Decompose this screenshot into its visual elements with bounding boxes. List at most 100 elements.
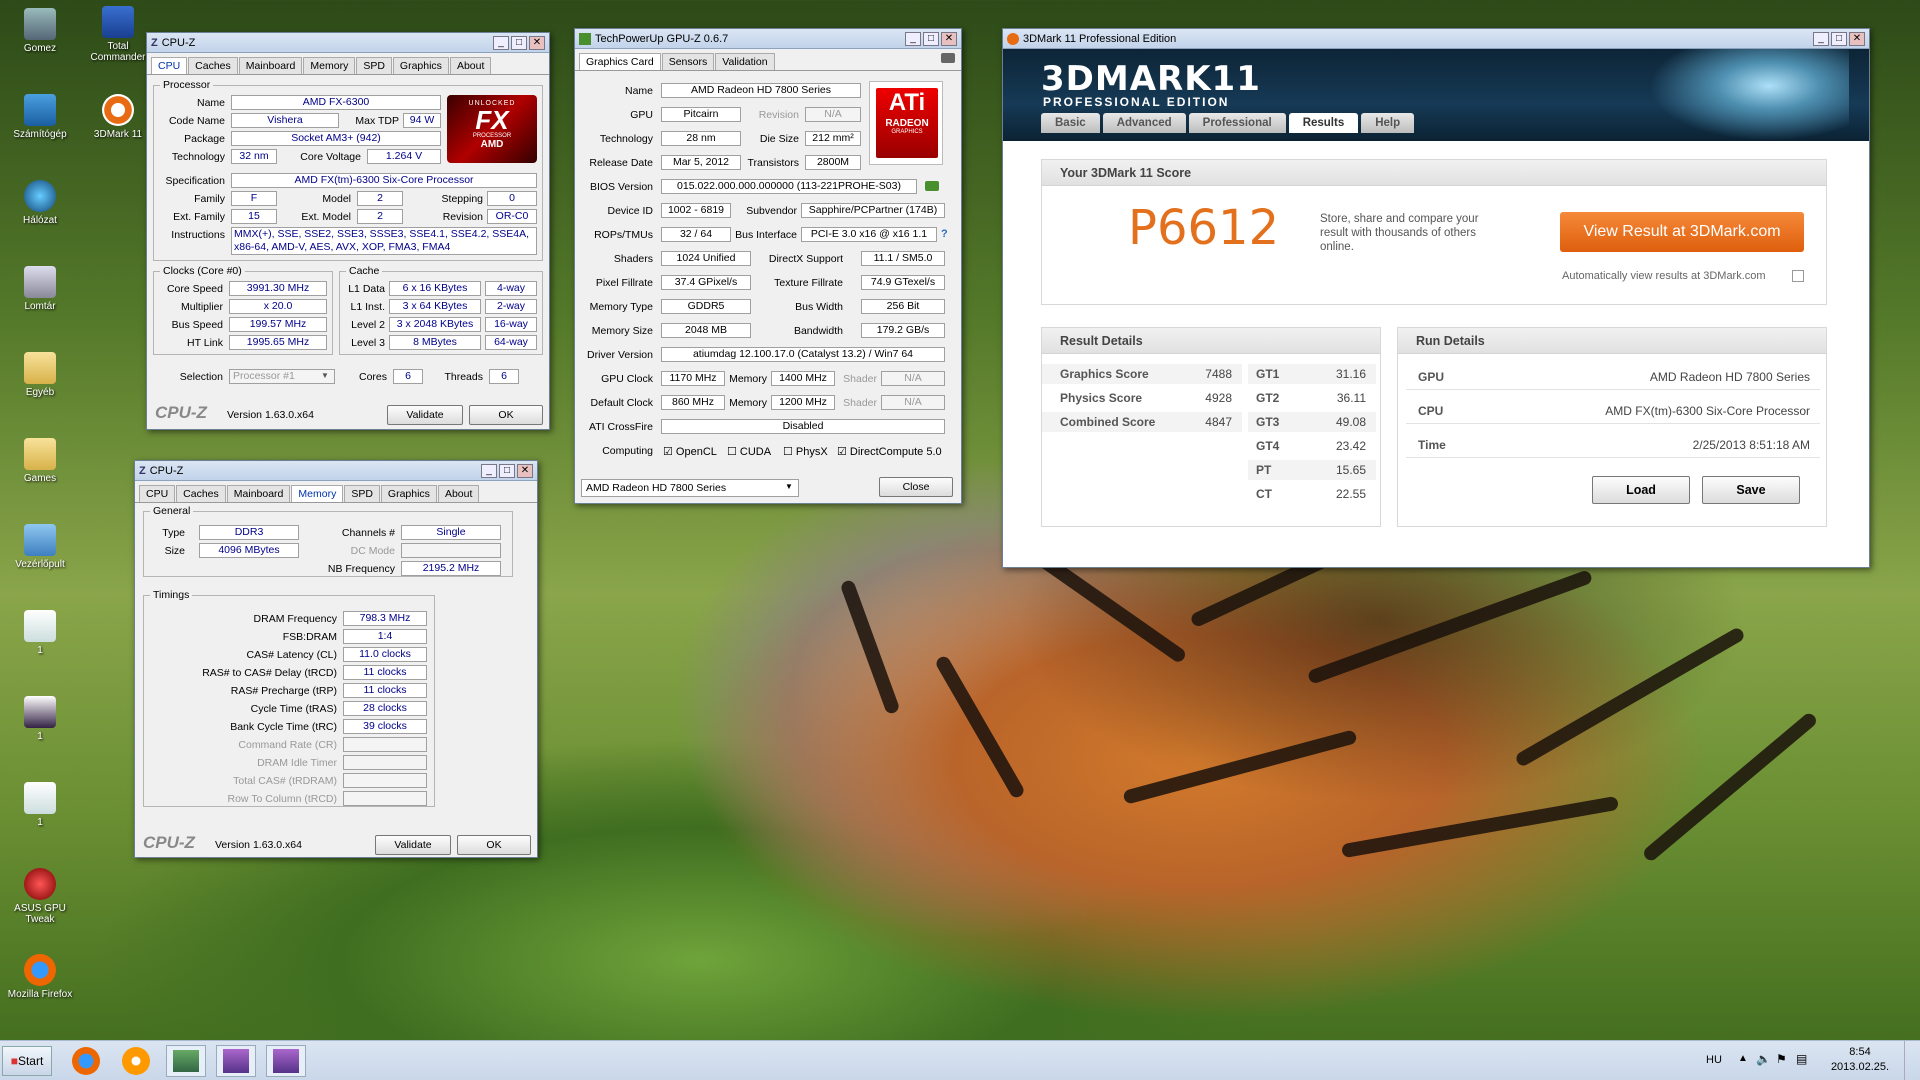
bios-save-icon[interactable]	[925, 181, 939, 191]
taskbar-gpuz[interactable]	[166, 1045, 206, 1077]
auto-view-checkbox[interactable]	[1792, 270, 1804, 282]
tab-results[interactable]: Results	[1288, 113, 1359, 133]
tab-graphics[interactable]: Graphics	[380, 485, 437, 502]
close-button[interactable]: ✕	[517, 463, 533, 478]
desktop-icon-computer[interactable]: Számítógép	[4, 94, 76, 140]
value-level2-way: 16-way	[485, 317, 537, 332]
title-bar[interactable]: TechPowerUp GPU-Z 0.6.7 _ □ ✕	[575, 29, 961, 49]
minimize-button[interactable]: _	[1813, 31, 1829, 46]
save-button[interactable]: Save	[1702, 476, 1800, 504]
tab-spd[interactable]: SPD	[356, 57, 392, 74]
close-button[interactable]: ✕	[1849, 31, 1865, 46]
graphics-card-select[interactable]: AMD Radeon HD 7800 Series	[581, 479, 799, 497]
tab-validation[interactable]: Validation	[715, 53, 775, 70]
tab-graphics[interactable]: Graphics	[392, 57, 449, 74]
opencl-checkbox[interactable]: ☑ OpenCL	[663, 445, 717, 458]
tab-help[interactable]: Help	[1361, 113, 1415, 133]
load-button[interactable]: Load	[1592, 476, 1690, 504]
tab-advanced[interactable]: Advanced	[1102, 113, 1186, 133]
volume-icon[interactable]: 🔈	[1756, 1052, 1771, 1066]
desktop-icon-file-2[interactable]: 1	[4, 696, 76, 742]
minimize-button[interactable]: _	[493, 35, 509, 50]
desktop-icon-file-3[interactable]: 1	[4, 782, 76, 828]
desktop-icon-file-1[interactable]: 1	[4, 610, 76, 656]
desktop-icon-gomez[interactable]: Gomez	[4, 8, 76, 54]
desktop-icon-control-panel[interactable]: Vezérlőpult	[4, 524, 76, 570]
desktop-icon-label: ASUS GPU Tweak	[14, 903, 66, 925]
ok-button[interactable]: OK	[469, 405, 543, 425]
desktop-icon-total-commander[interactable]: Total Commander	[82, 6, 154, 63]
tab-about[interactable]: About	[449, 57, 492, 74]
minimize-button[interactable]: _	[481, 463, 497, 478]
tab-about[interactable]: About	[437, 485, 480, 502]
tab-basic[interactable]: Basic	[1041, 113, 1100, 133]
tab-cpu[interactable]: CPU	[151, 57, 188, 74]
language-indicator[interactable]: HU	[1706, 1054, 1722, 1066]
tab-memory[interactable]: Memory	[291, 485, 344, 502]
processor-select[interactable]: Processor #1	[229, 369, 335, 384]
desktop-icon-recycle-bin[interactable]: Lomtár	[4, 266, 76, 312]
maximize-button[interactable]: □	[511, 35, 527, 50]
value-release-date: Mar 5, 2012	[661, 155, 741, 170]
maximize-button[interactable]: □	[923, 31, 939, 46]
close-button[interactable]: Close	[879, 477, 953, 497]
tab-sensors[interactable]: Sensors	[661, 53, 715, 70]
desktop-icon-egyeb[interactable]: Egyéb	[4, 352, 76, 398]
taskbar-cpuz-2[interactable]	[266, 1045, 306, 1077]
show-desktop-button[interactable]	[1904, 1041, 1920, 1080]
tab-memory[interactable]: Memory	[303, 57, 356, 74]
taskbar-firefox[interactable]	[66, 1045, 106, 1077]
close-button[interactable]: ✕	[941, 31, 957, 46]
test-row: GT4 23.42	[1248, 436, 1376, 456]
show-hidden-icons[interactable]: ▲	[1738, 1053, 1748, 1064]
title-bar[interactable]: Z CPU-Z _ □ ✕	[147, 33, 549, 53]
action-center-icon[interactable]: ⚑	[1776, 1052, 1787, 1066]
tab-mainboard[interactable]: Mainboard	[238, 57, 303, 74]
desktop-icon-network[interactable]: Hálózat	[4, 180, 76, 226]
label-subvendor: Subvendor	[746, 205, 797, 217]
tab-spd[interactable]: SPD	[344, 485, 380, 502]
title-bar[interactable]: Z CPU-Z _ □ ✕	[135, 461, 537, 481]
clock[interactable]: 8:54 2013.02.25.	[1824, 1045, 1896, 1075]
tab-professional[interactable]: Professional	[1188, 113, 1286, 133]
network-tray-icon[interactable]: ▤	[1796, 1052, 1807, 1066]
minimize-button[interactable]: _	[905, 31, 921, 46]
cuda-checkbox[interactable]: ☐ CUDA	[727, 445, 771, 458]
taskbar-cpuz-1[interactable]	[216, 1045, 256, 1077]
test-row: GT1 31.16	[1248, 364, 1376, 384]
desktop-icon-3dmark[interactable]: 3DMark 11	[82, 94, 154, 140]
3dmark-app-icon	[1007, 32, 1019, 45]
tab-cpu[interactable]: CPU	[139, 485, 176, 502]
desktop-icon-label: Egyéb	[25, 387, 55, 398]
maximize-button[interactable]: □	[1831, 31, 1847, 46]
run-label: Time	[1418, 438, 1446, 452]
start-button[interactable]: ■Start	[2, 1046, 52, 1076]
recycle-bin-icon	[24, 266, 56, 298]
validate-button[interactable]: Validate	[375, 835, 451, 855]
view-result-button[interactable]: View Result at 3DMark.com	[1560, 212, 1804, 252]
clock-time: 8:54	[1849, 1046, 1871, 1058]
validate-button[interactable]: Validate	[387, 405, 463, 425]
chevron-down-icon[interactable]: ▼	[321, 371, 329, 380]
value-revision: N/A	[805, 107, 861, 122]
camera-icon[interactable]	[941, 53, 955, 63]
tab-bar: CPU Caches Mainboard Memory SPD Graphics…	[135, 481, 537, 503]
tab-mainboard[interactable]: Mainboard	[226, 485, 291, 502]
taskbar-media-player[interactable]	[116, 1045, 156, 1077]
tab-caches[interactable]: Caches	[176, 485, 226, 502]
tab-graphics-card[interactable]: Graphics Card	[579, 53, 661, 70]
desktop-icon-asus-gpu-tweak[interactable]: ASUS GPU Tweak	[4, 868, 76, 925]
value-l1-data: 6 x 16 KBytes	[389, 281, 481, 296]
desktop-icon-firefox[interactable]: Mozilla Firefox	[4, 954, 76, 1000]
close-button[interactable]: ✕	[529, 35, 545, 50]
label-bus-width: Bus Width	[795, 301, 843, 313]
desktop-icon-games[interactable]: Games	[4, 438, 76, 484]
title-bar[interactable]: 3DMark 11 Professional Edition _ □ ✕	[1003, 29, 1869, 49]
directcompute-checkbox[interactable]: ☑ DirectCompute 5.0	[837, 445, 942, 458]
help-icon[interactable]: ?	[941, 228, 948, 240]
tab-caches[interactable]: Caches	[188, 57, 238, 74]
ok-button[interactable]: OK	[457, 835, 531, 855]
maximize-button[interactable]: □	[499, 463, 515, 478]
physx-checkbox[interactable]: ☐ PhysX	[783, 445, 828, 458]
chevron-down-icon[interactable]: ▼	[785, 482, 793, 491]
